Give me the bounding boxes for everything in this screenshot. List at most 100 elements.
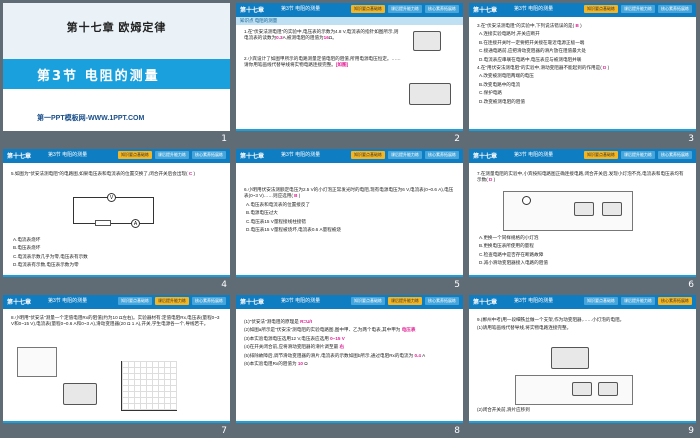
slide-thumbnail-3[interactable]: 第十七章 第3节 电阻的测量 知识要点基础练 课后提升能力练 核心素养拓展练 3… — [469, 3, 696, 131]
header-section: 第3节 电阻的测量 — [48, 298, 88, 304]
circuit-wire — [73, 223, 154, 224]
header-chapter: 第十七章 — [473, 300, 498, 306]
slide-header: 第十七章 第3节 电阻的测量 知识要点基础练 课后提升能力练 核心素养拓展练 — [469, 295, 696, 309]
chapter-title: 第十七章 欧姆定律 — [66, 22, 167, 34]
knowledge-point-bar: 知识点 电阻的测量 — [236, 17, 463, 25]
slide-thumbnail-8[interactable]: 第十七章 第3节 电阻的测量 知识要点基础练 课后提升能力练 核心素养拓展练 (… — [236, 295, 463, 423]
sub-question: (4)在开关闭合前,应将滑动变阻器的滑片调至最 右 — [244, 344, 345, 350]
option: C.接通电路前,应把滑动变阻器的滑片放在阻值最大处 — [479, 48, 586, 54]
ammeter-icon: A — [131, 219, 140, 228]
tab-advanced[interactable]: 课后提升能力练 — [388, 151, 422, 159]
option: D.改变被测电阻的阻值 — [479, 98, 525, 104]
slide-header: 第十七章 第3节 电阻的测量 知识要点基础练 课后提升能力练 核心素养拓展练 — [3, 149, 230, 163]
slide-bottom-text: (2)闭合开关前,滑片应移到 — [477, 407, 688, 415]
slide-body: 6.小明用伏安法测额定电压为2.5 V的小灯泡正常发光时的电阻,现有电源电压为6… — [244, 187, 455, 235]
tab-basic[interactable]: 知识要点基础练 — [118, 297, 152, 305]
tab-advanced[interactable]: 课后提升能力练 — [155, 297, 189, 305]
slide-number: 4 — [221, 280, 227, 290]
iu-graph — [121, 361, 177, 411]
tab-advanced[interactable]: 课后提升能力练 — [621, 151, 655, 159]
header-chapter: 第十七章 — [7, 300, 32, 306]
tab-advanced[interactable]: 课后提升能力练 — [155, 151, 189, 159]
option: A.电流表烧坏 — [13, 237, 41, 242]
tab-extension[interactable]: 核心素养拓展练 — [658, 297, 692, 305]
sub-question: (6)本实验电阻Rx的阻值为 10 Ω — [244, 361, 308, 367]
slide-header: 第十七章 第3节 电阻的测量 知识要点基础练 课后提升能力练 核心素养拓展练 — [236, 3, 463, 17]
header-section: 第3节 电阻的测量 — [281, 298, 321, 304]
header-tabs: 知识要点基础练 课后提升能力练 核心素养拓展练 — [584, 151, 692, 159]
question-1: 1.在"伏安法测电阻"的实验中,电压表的示数为4.8 V,电流表的指针如图所示,… — [244, 29, 399, 41]
sub-question: (1)"伏安法"测电阻的原理是 R=U/I — [244, 319, 312, 324]
tab-basic[interactable]: 知识要点基础练 — [351, 297, 385, 305]
question-7: 7.在测量电阻的实验中,小宾按照电路图正确连接电路,闭合开关后,发现小灯泡不亮,… — [477, 171, 684, 183]
header-tabs: 知识要点基础练 课后提升能力练 核心素养拓展练 — [118, 151, 226, 159]
slide-cell-4[interactable]: 第十七章 第3节 电阻的测量 知识要点基础练 课后提升能力练 核心素养拓展练 5… — [0, 146, 233, 292]
slide-thumbnail-9[interactable]: 第十七章 第3节 电阻的测量 知识要点基础练 课后提升能力练 核心素养拓展练 9… — [469, 295, 696, 423]
tab-basic[interactable]: 知识要点基础练 — [351, 5, 385, 13]
slide-options: A.更换一个同样规格的小灯泡 B.更换电压表所使用的量程 C.检查电路中是否存在… — [477, 235, 688, 269]
slide-thumbnail-2[interactable]: 第十七章 第3节 电阻的测量 知识要点基础练 课后提升能力练 核心素养拓展练 知… — [236, 3, 463, 131]
slide-cell-8[interactable]: 第十七章 第3节 电阻的测量 知识要点基础练 课后提升能力练 核心素养拓展练 (… — [233, 292, 466, 438]
option: C.电流表示数几乎为零,电压表有示数 — [13, 253, 88, 259]
tab-basic[interactable]: 知识要点基础练 — [584, 151, 618, 159]
question-9: 9.(郴州中考)用一段细铁丝做一个支架,作为动变阻器,……小灯泡的电阻。 — [477, 317, 625, 322]
ammeter-icon — [572, 382, 592, 396]
slide-footer-bar — [469, 421, 696, 423]
slide-cell-2[interactable]: 第十七章 第3节 电阻的测量 知识要点基础练 课后提升能力练 核心素养拓展练 知… — [233, 0, 466, 146]
slide-number: 3 — [688, 134, 694, 144]
tab-extension[interactable]: 核心素养拓展练 — [658, 5, 692, 13]
option: C.电压表15 V量程接线柱接错 — [246, 218, 306, 224]
slide-cell-3[interactable]: 第十七章 第3节 电阻的测量 知识要点基础练 课后提升能力练 核心素养拓展练 3… — [466, 0, 700, 146]
header-section: 第3节 电阻的测量 — [281, 6, 321, 12]
sub-question: (2)闭合开关前,滑片应移到 — [477, 407, 530, 412]
tab-advanced[interactable]: 课后提升能力练 — [388, 297, 422, 305]
title-bottom-area: 第一PPT模板网-WWW.1PPT.COM — [3, 89, 230, 131]
voltmeter-icon — [602, 202, 622, 216]
header-section: 第3节 电阻的测量 — [281, 152, 321, 158]
tab-basic[interactable]: 知识要点基础练 — [351, 151, 385, 159]
header-tabs: 知识要点基础练 课后提升能力练 核心素养拓展练 — [351, 5, 459, 13]
ammeter-icon — [574, 202, 594, 216]
slide-body: 5.如图为"伏安法测电阻"的电路图,如果电压表和电流表的位置交换了,闭合开关后会… — [11, 171, 222, 179]
tab-extension[interactable]: 核心素养拓展练 — [192, 151, 226, 159]
slide-cell-9[interactable]: 第十七章 第3节 电阻的测量 知识要点基础练 课后提升能力练 核心素养拓展练 9… — [466, 292, 700, 438]
header-chapter: 第十七章 — [240, 154, 265, 160]
circuit-photo — [515, 375, 633, 405]
tab-extension[interactable]: 核心素养拓展练 — [658, 151, 692, 159]
option: B.电源电压过大 — [246, 210, 278, 216]
slide-body: (1)"伏安法"测电阻的原理是 R=U/I (2)如图a所示是"伏安法"测电阻的… — [244, 319, 455, 369]
section-title-band: 第3节 电阻的测量 — [3, 59, 230, 89]
slide-thumbnail-1[interactable]: 第十七章 欧姆定律 第3节 电阻的测量 第一PPT模板网-WWW.1PPT.CO… — [3, 3, 230, 131]
title-top-area: 第十七章 欧姆定律 — [3, 3, 230, 59]
slide-thumbnail-5[interactable]: 第十七章 第3节 电阻的测量 知识要点基础练 课后提升能力练 核心素养拓展练 6… — [236, 149, 463, 277]
slide-thumbnail-6[interactable]: 第十七章 第3节 电阻的测量 知识要点基础练 课后提升能力练 核心素养拓展练 7… — [469, 149, 696, 277]
slide-cell-1[interactable]: 第十七章 欧姆定律 第3节 电阻的测量 第一PPT模板网-WWW.1PPT.CO… — [0, 0, 233, 146]
tab-extension[interactable]: 核心素养拓展练 — [192, 297, 226, 305]
slide-thumbnail-7[interactable]: 第十七章 第3节 电阻的测量 知识要点基础练 课后提升能力练 核心素养拓展练 8… — [3, 295, 230, 423]
tab-extension[interactable]: 核心素养拓展练 — [425, 151, 459, 159]
slide-cell-5[interactable]: 第十七章 第3节 电阻的测量 知识要点基础练 课后提升能力练 核心素养拓展练 6… — [233, 146, 466, 292]
tab-advanced[interactable]: 课后提升能力练 — [388, 5, 422, 13]
tab-extension[interactable]: 核心素养拓展练 — [425, 297, 459, 305]
slide-header: 第十七章 第3节 电阻的测量 知识要点基础练 课后提升能力练 核心素养拓展练 — [469, 3, 696, 17]
question-6: 6.小明用伏安法测额定电压为2.5 V的小灯泡正常发光时的电阻,现有电源电压为6… — [244, 187, 454, 199]
tab-basic[interactable]: 知识要点基础练 — [584, 297, 618, 305]
question-2: 2.小宾设计了如图甲所示的电路测量定值电阻的阻值,所用电源电压恒定。……请你用笔… — [244, 55, 401, 68]
tab-basic[interactable]: 知识要点基础练 — [118, 151, 152, 159]
header-section: 第3节 电阻的测量 — [514, 298, 554, 304]
tab-advanced[interactable]: 课后提升能力练 — [621, 297, 655, 305]
slide-cell-7[interactable]: 第十七章 第3节 电阻的测量 知识要点基础练 课后提升能力练 核心素养拓展练 8… — [0, 292, 233, 438]
tab-extension[interactable]: 核心素养拓展练 — [425, 5, 459, 13]
slide-cell-6[interactable]: 第十七章 第3节 电阻的测量 知识要点基础练 课后提升能力练 核心素养拓展练 7… — [466, 146, 700, 292]
sub-question: (3)本实验电源电压选用12 V,电压表应选用 0~15 V — [244, 335, 345, 341]
slide-thumbnail-4[interactable]: 第十七章 第3节 电阻的测量 知识要点基础练 课后提升能力练 核心素养拓展练 5… — [3, 149, 230, 277]
voltmeter-icon: V — [107, 193, 116, 202]
sub-question: (5)排除故障后,调节滑动变阻器的滑片,电流表的示数如图b所示,通过电阻Rx的电… — [244, 352, 426, 358]
slide-options: A.电流表烧坏 B.电压表烧坏 C.电流表示数几乎为零,电压表有示数 D.电流表… — [11, 237, 222, 271]
slide-number: 9 — [688, 426, 694, 436]
slide-number: 5 — [454, 280, 460, 290]
tab-basic[interactable]: 知识要点基础练 — [584, 5, 618, 13]
tab-advanced[interactable]: 课后提升能力练 — [621, 5, 655, 13]
slide-number: 8 — [454, 426, 460, 436]
option: B.在连接开关时一定要把开关接在靠近电源正极一端 — [479, 39, 585, 45]
